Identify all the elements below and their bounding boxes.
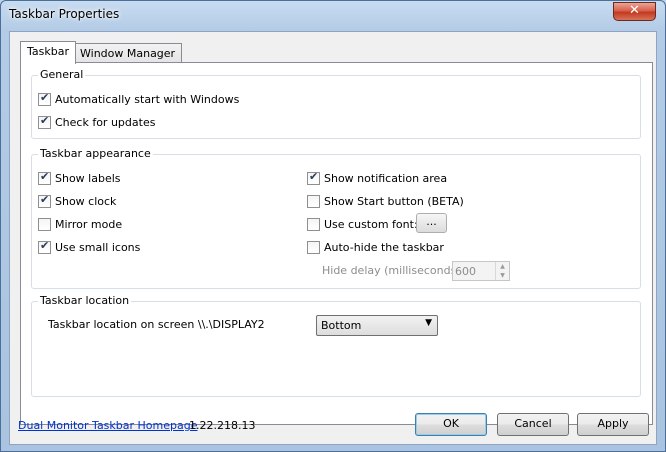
checkbox-checked-icon — [38, 91, 51, 106]
auto-start-checkbox[interactable]: Automatically start with Windows — [38, 91, 239, 107]
show-labels-checkbox[interactable]: Show labels — [38, 170, 121, 186]
start-button-label: Show Start button (BETA) — [324, 194, 464, 208]
location-dropdown[interactable]: Bottom ▼ — [316, 315, 438, 336]
tab-taskbar[interactable]: Taskbar — [20, 41, 76, 64]
start-button-checkbox[interactable]: Show Start button (BETA) — [307, 193, 464, 209]
apply-button[interactable]: Apply — [577, 413, 649, 436]
custom-font-label: Use custom font: — [324, 217, 418, 231]
checkbox-checked-icon — [307, 170, 320, 185]
checkbox-unchecked-icon — [307, 240, 320, 254]
checkbox-unchecked-icon — [38, 217, 51, 231]
checkbox-checked-icon — [38, 239, 51, 254]
general-group-label: General — [38, 68, 86, 81]
auto-start-label: Automatically start with Windows — [55, 92, 240, 106]
taskbar-tab-panel: General Automatically start with Windows… — [20, 62, 653, 425]
window-title: Taskbar Properties — [9, 7, 120, 21]
general-group: General Automatically start with Windows… — [31, 68, 641, 139]
appearance-group-label: Taskbar appearance — [38, 147, 153, 160]
dialog-client: Taskbar Window Manager General Automatic… — [9, 31, 657, 445]
location-selected-value: Bottom — [321, 319, 362, 332]
auto-hide-label: Auto-hide the taskbar — [324, 240, 444, 254]
check-updates-label: Check for updates — [55, 115, 156, 129]
show-labels-label: Show labels — [55, 171, 121, 185]
checkbox-checked-icon — [38, 114, 51, 129]
tab-window-manager-label: Window Manager — [80, 47, 176, 60]
checkbox-checked-icon — [38, 193, 51, 208]
checkbox-unchecked-icon — [307, 217, 320, 231]
homepage-link[interactable]: Dual Monitor Taskbar Homepage — [18, 419, 198, 432]
cancel-button[interactable]: Cancel — [497, 413, 569, 436]
notification-area-label: Show notification area — [324, 171, 448, 185]
hide-delay-label: Hide delay (milliseconds): — [322, 264, 465, 277]
location-screen-label: Taskbar location on screen \\.\DISPLAY2 — [48, 318, 265, 331]
auto-hide-checkbox[interactable]: Auto-hide the taskbar — [307, 239, 444, 255]
custom-font-checkbox[interactable]: Use custom font: — [307, 216, 418, 232]
show-clock-label: Show clock — [55, 194, 117, 208]
mirror-mode-checkbox[interactable]: Mirror mode — [38, 216, 122, 232]
location-group: Taskbar location Taskbar location on scr… — [31, 294, 641, 397]
checkbox-checked-icon — [38, 170, 51, 185]
appearance-group: Taskbar appearance Show labels Show cloc… — [31, 147, 641, 289]
notification-area-checkbox[interactable]: Show notification area — [307, 170, 447, 186]
small-icons-label: Use small icons — [55, 240, 141, 254]
mirror-mode-label: Mirror mode — [55, 217, 123, 231]
spin-up-icon[interactable]: ▲ — [496, 262, 509, 271]
close-button[interactable]: ✕ — [613, 2, 656, 21]
version-text: 1.22.218.13 — [189, 419, 256, 432]
taskbar-properties-window: Taskbar Properties ✕ Taskbar Window Mana… — [0, 0, 666, 452]
choose-font-button[interactable]: ... — [416, 213, 447, 233]
tab-window-manager[interactable]: Window Manager — [73, 43, 183, 64]
check-updates-checkbox[interactable]: Check for updates — [38, 114, 155, 130]
location-group-label: Taskbar location — [38, 294, 132, 307]
show-clock-checkbox[interactable]: Show clock — [38, 193, 116, 209]
spin-down-icon[interactable]: ▼ — [496, 271, 509, 280]
hide-delay-spinner[interactable]: 600 ▲ ▼ — [452, 261, 510, 281]
checkbox-unchecked-icon — [307, 194, 320, 208]
title-bar[interactable]: Taskbar Properties ✕ — [1, 1, 665, 31]
tab-taskbar-label: Taskbar — [27, 45, 69, 58]
close-icon: ✕ — [629, 3, 640, 18]
small-icons-checkbox[interactable]: Use small icons — [38, 239, 140, 255]
ok-button[interactable]: OK — [415, 413, 487, 436]
hide-delay-value: 600 — [455, 265, 476, 278]
chevron-down-icon: ▼ — [425, 318, 432, 328]
spinner-arrows[interactable]: ▲ ▼ — [495, 262, 509, 280]
